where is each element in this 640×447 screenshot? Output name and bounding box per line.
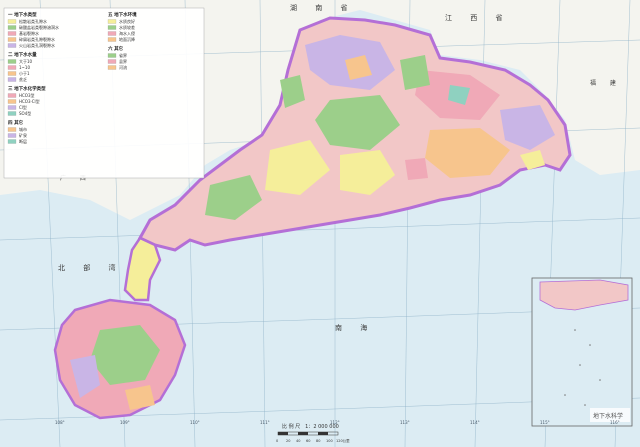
legend-section-title: 一 地下水类型 — [8, 11, 37, 18]
legend-swatch — [7, 59, 17, 64]
longitude-label: 116° — [610, 420, 620, 425]
longitude-label: 108° — [55, 420, 65, 425]
legend-swatch — [107, 65, 117, 70]
legend-item-label: 河流 — [119, 64, 127, 70]
legend-swatch — [107, 53, 117, 58]
legend-swatch — [7, 99, 17, 104]
legend-swatch — [7, 19, 17, 24]
legend-panel: 一 地下水类型松散岩类孔隙水碳酸盐岩类裂隙溶洞水基岩裂隙水碎屑岩类孔隙裂隙水火山… — [3, 7, 205, 179]
legend-swatch — [7, 127, 17, 132]
legend-swatch — [7, 93, 17, 98]
longitude-label: 111° — [260, 420, 270, 425]
legend-item-label: 矿泉 — [19, 132, 27, 138]
longitude-label: 109° — [120, 420, 130, 425]
legend-swatch — [107, 25, 117, 30]
legend-swatch — [7, 105, 17, 110]
legend-swatch — [7, 139, 17, 144]
legend-swatch — [7, 111, 17, 116]
label-jiangxi: 江 西 省 — [445, 13, 510, 22]
legend-swatch — [7, 43, 17, 48]
legend-swatch — [7, 77, 17, 82]
scale-tick-label: 20 — [286, 439, 290, 443]
legend-swatch — [7, 31, 17, 36]
legend-section-title: 二 地下水水量 — [8, 51, 37, 58]
legend-item-label: 碎屑岩类孔隙裂隙水 — [19, 36, 55, 42]
legend-item-label: SO4型 — [19, 110, 31, 116]
label-beibuwan: 北 部 湾 — [58, 263, 123, 272]
legend-item-label: 1~10 — [19, 65, 30, 70]
legend-swatch — [7, 25, 17, 30]
scale-tick-label: 0 — [276, 439, 278, 443]
scale-tick-label: 40 — [296, 439, 300, 443]
longitude-label: 115° — [540, 420, 550, 425]
legend-item-label: 省界 — [119, 52, 127, 58]
legend-swatch — [7, 133, 17, 138]
legend-item-label: 基岩裂隙水 — [19, 30, 39, 36]
longitude-label: 114° — [470, 420, 480, 425]
longitude-label: 113° — [400, 420, 410, 425]
legend-swatch — [7, 65, 17, 70]
legend-item-label: 城市 — [19, 126, 27, 132]
legend-item-label: 海水入侵 — [119, 30, 135, 36]
longitude-label: 110° — [190, 420, 200, 425]
scale-tick-label: 100 — [326, 439, 333, 443]
label-hunan: 湖 南 省 — [290, 3, 355, 12]
legend-section-title: 四 其它 — [8, 119, 24, 126]
legend-item-label: HCO3型 — [19, 92, 35, 98]
label-nanhai: 南 海 — [335, 323, 375, 332]
scale-tick-label: 120公里 — [336, 438, 350, 443]
legend-section-title: 五 地下水环境 — [108, 11, 137, 18]
longitude-label: 112° — [330, 420, 340, 425]
legend-item-label: 火山岩类孔洞裂隙水 — [19, 42, 55, 48]
scale-tick-label: 60 — [306, 439, 310, 443]
legend-swatch — [107, 19, 117, 24]
legend-item-label: 小于1 — [19, 70, 30, 76]
scale-tick-label: 80 — [316, 439, 320, 443]
hydrogeological-map: 湖 南 省 江 西 省 广 西 福 建 南 海 北 部 湾 一 地下水类型松散岩… — [0, 0, 640, 447]
legend-item-label: 断层 — [19, 138, 27, 144]
legend-item-label: 水质较差 — [119, 24, 135, 30]
legend-section-title: 六 其它 — [108, 45, 124, 52]
legend-swatch — [107, 59, 117, 64]
watermark: 地下水科学 — [593, 412, 623, 420]
legend-section-title: 三 地下水化学类型 — [8, 85, 46, 92]
legend-swatch — [7, 71, 17, 76]
legend-item-label: Cl型 — [19, 104, 27, 110]
legend-item-label: 碳酸盐岩类裂隙溶洞水 — [19, 24, 59, 30]
inset-map: 地下水科学 — [531, 277, 633, 427]
legend-item-label: 贫乏 — [19, 76, 27, 82]
legend-swatch — [107, 31, 117, 36]
legend-item-label: 地面沉降 — [119, 36, 135, 42]
legend-item-label: HCO3·Cl型 — [19, 98, 40, 104]
label-fujian: 福 建 — [590, 79, 622, 87]
legend-item-label: 大于10 — [19, 58, 33, 64]
legend-swatch — [107, 37, 117, 42]
legend-item-label: 松散岩类孔隙水 — [19, 18, 47, 24]
legend-swatch — [7, 37, 17, 42]
legend-item-label: 水质良好 — [119, 18, 135, 24]
legend-item-label: 县界 — [119, 58, 127, 64]
